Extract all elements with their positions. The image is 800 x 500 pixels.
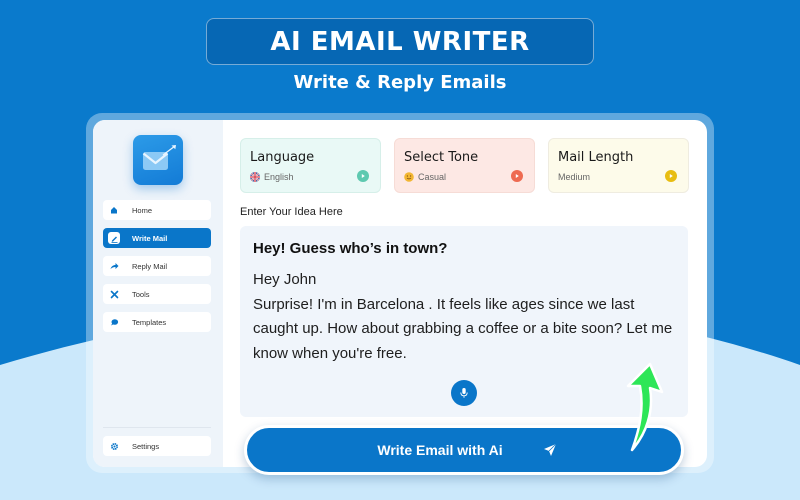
mail-send-icon (142, 145, 176, 170)
email-body: Hey John Surprise! I'm in Barcelona . It… (253, 268, 673, 366)
microphone-button[interactable] (451, 380, 477, 406)
sidebar-item-reply-mail[interactable]: Reply Mail (103, 256, 211, 276)
tone-value: Casual (418, 172, 447, 182)
tone-selector[interactable]: Select Tone Casual (394, 138, 535, 193)
language-title: Language (250, 150, 315, 165)
language-play-icon[interactable] (357, 170, 369, 182)
email-greeting: Hey John (253, 271, 317, 288)
tone-play-icon[interactable] (511, 170, 523, 182)
sidebar-item-label: Home (132, 205, 153, 215)
write-email-label: Write Email with Ai (377, 442, 503, 458)
sidebar-item-label: Reply Mail (132, 261, 168, 271)
length-play-icon[interactable] (665, 170, 677, 182)
hero-title-box: AI EMAIL WRITER (206, 18, 594, 65)
length-selector[interactable]: Mail Length Medium (548, 138, 689, 193)
sidebar-item-templates[interactable]: Templates (103, 312, 211, 332)
sidebar-item-settings[interactable]: Settings (103, 436, 211, 456)
sidebar-item-label: Write Mail (132, 233, 168, 243)
tools-icon (108, 288, 120, 300)
sidebar-divider (103, 427, 211, 428)
sidebar-item-write-mail[interactable]: Write Mail (103, 228, 211, 248)
app-window: Home Write Mail Reply Mail Tools Templat… (93, 120, 707, 467)
reply-arrow-icon (108, 260, 120, 272)
tone-value-row: Casual (404, 172, 446, 182)
language-selector[interactable]: Language English (240, 138, 381, 193)
app-logo (133, 135, 183, 185)
sidebar-item-label: Tools (132, 289, 150, 299)
email-body-text: Surprise! I'm in Barcelona . It feels li… (253, 295, 673, 362)
hero-subtitle: Write & Reply Emails (293, 72, 507, 93)
green-arrow-icon (626, 362, 664, 452)
microphone-icon (460, 388, 468, 398)
sidebar: Home Write Mail Reply Mail Tools Templat… (93, 120, 223, 467)
length-title: Mail Length (558, 150, 634, 165)
write-email-button[interactable]: Write Email with Ai (244, 425, 684, 475)
smiley-icon (404, 172, 414, 182)
idea-label: Enter Your Idea Here (240, 206, 343, 218)
language-value: English (264, 172, 294, 182)
length-value-row: Medium (558, 172, 590, 182)
language-value-row: English (250, 172, 294, 182)
templates-icon (108, 316, 120, 328)
hero-title: AI EMAIL WRITER (270, 26, 530, 57)
sidebar-item-tools[interactable]: Tools (103, 284, 211, 304)
tone-title: Select Tone (404, 150, 479, 165)
sidebar-item-label: Templates (132, 317, 167, 327)
sidebar-item-home[interactable]: Home (103, 200, 211, 220)
length-value: Medium (558, 172, 591, 182)
email-subject: Hey! Guess who’s in town? (253, 240, 448, 257)
gear-icon (108, 440, 120, 452)
send-icon (543, 443, 557, 457)
pencil-icon (108, 232, 120, 244)
sidebar-item-label: Settings (132, 441, 160, 451)
uk-flag-icon (250, 172, 260, 182)
home-icon (108, 204, 120, 216)
